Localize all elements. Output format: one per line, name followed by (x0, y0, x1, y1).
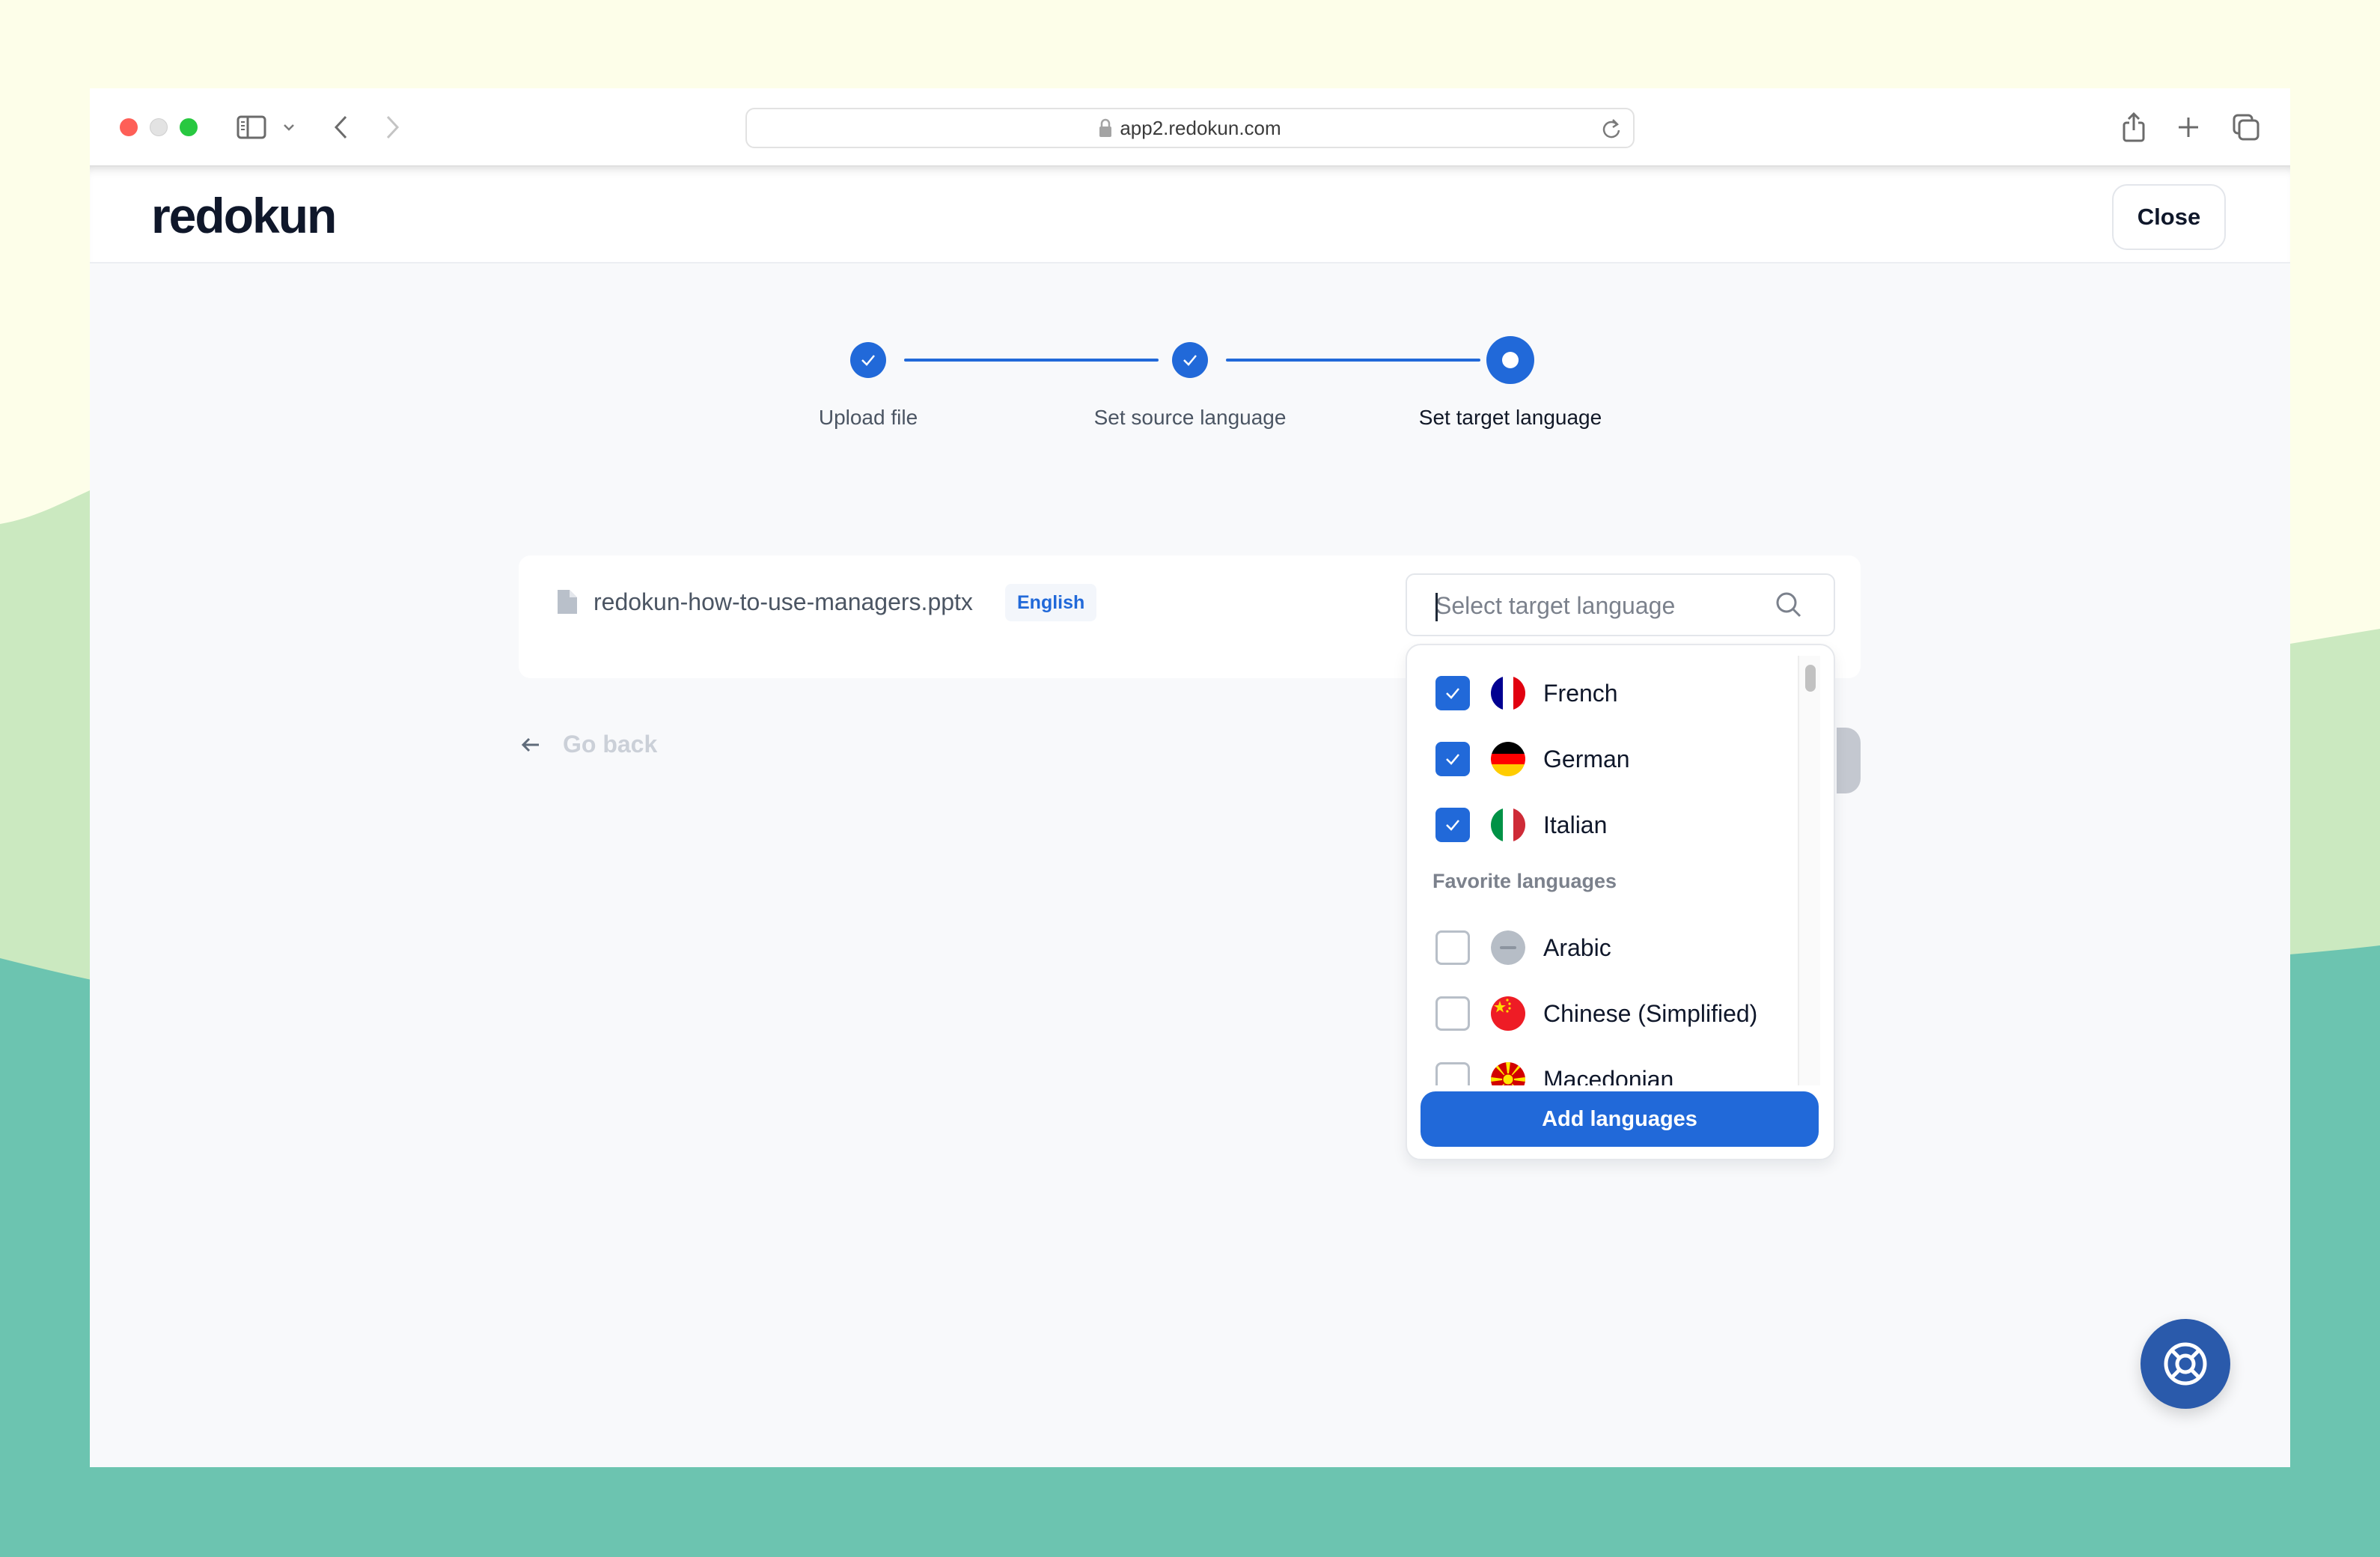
dropdown-scrollbar-thumb[interactable] (1805, 665, 1816, 692)
language-option-german[interactable]: German (1407, 726, 1796, 792)
go-back-button[interactable]: Go back (521, 731, 657, 758)
source-language-badge: English (1005, 584, 1097, 621)
language-option-arabic[interactable]: Arabic (1407, 915, 1796, 981)
step-connector (1226, 359, 1480, 362)
language-label: Italian (1543, 811, 1608, 838)
forward-button[interactable] (382, 111, 404, 144)
language-option-italian[interactable]: Italian (1407, 792, 1796, 858)
tabs-overview-icon (2233, 114, 2260, 141)
continue-button[interactable] (1837, 728, 1861, 793)
app-header: redokun Close (90, 166, 2290, 263)
sidebar-icon (237, 115, 266, 139)
lifebuoy-icon (2164, 1342, 2207, 1386)
new-tab-button[interactable] (2176, 111, 2200, 144)
germany-flag-icon (1491, 742, 1525, 776)
window-close-button[interactable] (120, 118, 138, 136)
step-target-language-indicator (1486, 336, 1534, 384)
language-label: French (1543, 679, 1618, 707)
favorite-languages-heading: Favorite languages (1432, 870, 1617, 892)
file-icon (558, 590, 577, 614)
back-button[interactable] (329, 111, 352, 144)
language-option-macedonian[interactable]: Macedonian (1407, 1046, 1796, 1085)
url-text: app2.redokun.com (1120, 116, 1281, 139)
share-button[interactable] (2121, 111, 2146, 144)
language-label: German (1543, 745, 1630, 773)
check-icon (1446, 688, 1459, 699)
check-icon (1183, 355, 1197, 366)
tab-overview-button[interactable] (2232, 111, 2260, 144)
plus-icon (2179, 118, 2198, 137)
language-list: French German Italian Favorite languages… (1407, 645, 1796, 1085)
arrow-left-icon (521, 737, 539, 752)
address-bar[interactable]: app2.redokun.com (745, 108, 1635, 148)
browser-toolbar: app2.redokun.com (90, 88, 2290, 166)
add-languages-button[interactable]: Add languages (1421, 1091, 1819, 1147)
language-label: Arabic (1543, 933, 1611, 961)
window-zoom-button[interactable] (180, 118, 198, 136)
north-macedonia-flag-icon (1491, 1062, 1525, 1085)
reload-icon (1602, 119, 1620, 138)
reload-button[interactable] (1602, 118, 1621, 143)
no-flag-icon (1491, 930, 1525, 965)
checkbox-checked[interactable] (1435, 808, 1470, 842)
redokun-logo[interactable]: redokun (151, 187, 337, 244)
window-minimize-button[interactable] (150, 118, 168, 136)
step-upload-file-indicator (850, 342, 886, 378)
step-label: Set source language (1093, 406, 1287, 429)
chevron-right-icon (386, 115, 400, 139)
browser-window: app2.redokun.com redokun Close Upload fi… (90, 88, 2290, 1467)
step-label: Upload file (818, 406, 918, 429)
checkbox-unchecked[interactable] (1435, 930, 1470, 965)
lock-icon (1099, 118, 1112, 137)
target-language-search-input[interactable] (1435, 587, 1765, 624)
step-connector (904, 359, 1159, 362)
italy-flag-icon (1491, 808, 1525, 842)
chevron-down-icon (284, 124, 294, 131)
check-icon (1446, 820, 1459, 831)
france-flag-icon (1491, 676, 1525, 710)
china-flag-icon (1491, 996, 1525, 1031)
search-icon (1776, 592, 1801, 618)
checkbox-checked[interactable] (1435, 742, 1470, 776)
language-option-french[interactable]: French (1407, 660, 1796, 726)
language-option-chinese-simplified[interactable]: Chinese (Simplified) (1407, 981, 1796, 1046)
go-back-label: Go back (563, 731, 658, 758)
text-caret (1435, 593, 1438, 621)
share-icon (2123, 112, 2145, 142)
current-step-dot (1502, 352, 1519, 368)
checkbox-unchecked[interactable] (1435, 996, 1470, 1031)
check-icon (861, 355, 875, 366)
checkbox-unchecked[interactable] (1435, 1062, 1470, 1085)
step-label: Set target language (1418, 406, 1602, 429)
file-name: redokun-how-to-use-managers.pptx (594, 588, 973, 615)
sidebar-toggle-button[interactable] (235, 111, 268, 144)
check-icon (1446, 754, 1459, 765)
language-dropdown: French German Italian Favorite languages… (1406, 644, 1835, 1160)
close-button[interactable]: Close (2112, 184, 2226, 250)
help-button[interactable] (2141, 1319, 2230, 1409)
step-source-language-indicator (1172, 342, 1208, 378)
target-language-search[interactable] (1406, 573, 1835, 636)
checkbox-checked[interactable] (1435, 676, 1470, 710)
chevron-left-icon (334, 115, 347, 139)
language-label: Chinese (Simplified) (1543, 999, 1758, 1027)
tab-group-dropdown-button[interactable] (281, 111, 296, 144)
language-label: Macedonian (1543, 1065, 1674, 1086)
dropdown-scrollbar[interactable] (1798, 656, 1820, 1085)
